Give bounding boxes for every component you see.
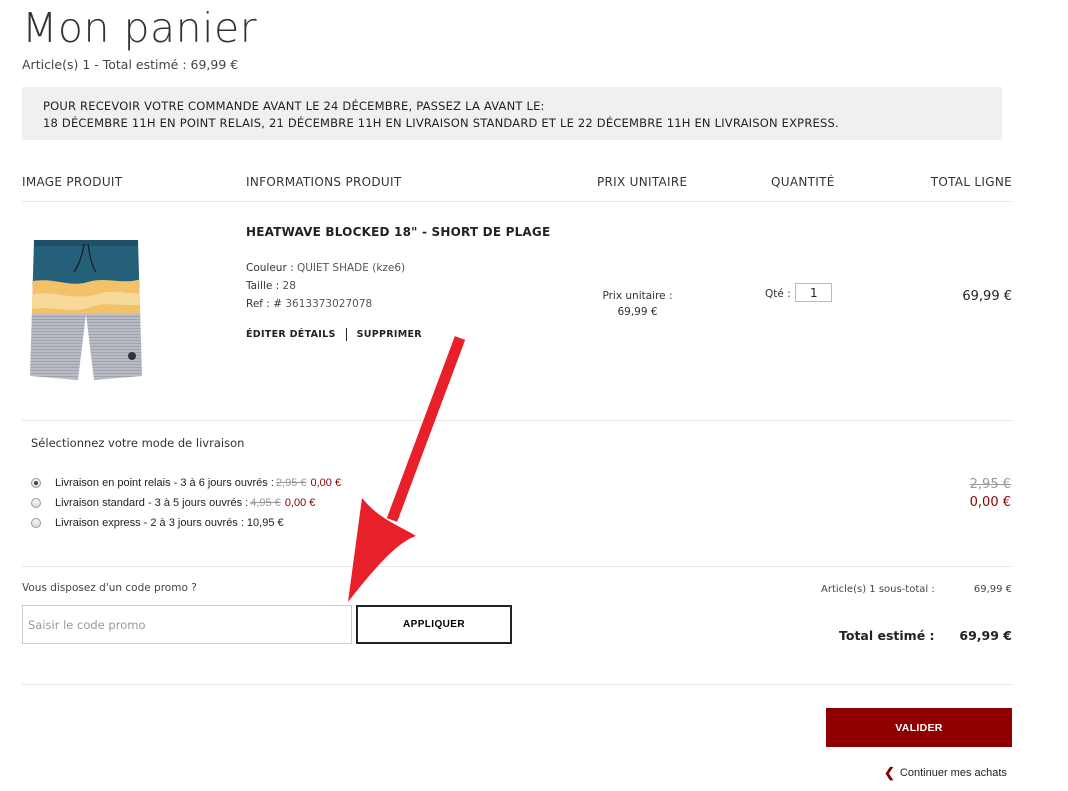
product-image[interactable] xyxy=(28,238,144,382)
header-line-total: TOTAL LIGNE xyxy=(930,175,1012,189)
quantity-input[interactable] xyxy=(795,283,832,302)
quantity-label: Qté : xyxy=(765,288,791,300)
annotation-arrow-icon xyxy=(348,336,466,602)
delivery-notice-banner: POUR RECEVOIR VOTRE COMMANDE AVANT LE 24… xyxy=(22,87,1002,140)
subtotal-value: 69,99 € xyxy=(973,584,1012,595)
header-info: INFORMATIONS PRODUIT xyxy=(246,175,402,189)
shipping-option-standard[interactable]: Livraison standard - 3 à 5 jours ouvrés … xyxy=(31,497,315,509)
size-value: 28 xyxy=(282,280,296,292)
promo-code-input[interactable] xyxy=(22,605,352,644)
continue-shopping-link[interactable]: ❮ Continuer mes achats xyxy=(884,765,1007,781)
color-label: Couleur : xyxy=(246,262,294,274)
radio-button[interactable] xyxy=(31,518,41,528)
line-total-value: 69,99 € xyxy=(962,289,1012,304)
product-size: Taille : 28 xyxy=(246,280,296,292)
divider xyxy=(22,420,1012,421)
divider xyxy=(22,566,1012,567)
unit-price-label: Prix unitaire : xyxy=(602,290,673,302)
notice-line-1: POUR RECEVOIR VOTRE COMMANDE AVANT LE 24… xyxy=(43,99,545,113)
unit-price-value: 69,99 € xyxy=(617,306,658,318)
product-color: Couleur : QUIET SHADE (kze6) xyxy=(246,262,405,274)
divider xyxy=(22,201,1012,202)
ref-value: 3613373027078 xyxy=(285,298,373,310)
shipping-option-old-price: 4,95 € xyxy=(250,497,281,509)
page-title: Mon panier xyxy=(22,4,258,52)
subtotal-label: Article(s) 1 sous-total : xyxy=(821,584,935,595)
header-image: IMAGE PRODUIT xyxy=(22,175,123,189)
divider xyxy=(22,684,1012,685)
cart-summary: Article(s) 1 - Total estimé : 69,99 € xyxy=(22,57,239,72)
product-name[interactable]: HEATWAVE BLOCKED 18" - SHORT DE PLAGE xyxy=(246,225,550,239)
shipping-total: 0,00 € xyxy=(969,495,1011,510)
shipping-option-price: 0,00 € xyxy=(284,497,316,509)
notice-line-2: 18 DÉCEMBRE 11H EN POINT RELAIS, 21 DÉCE… xyxy=(43,116,839,130)
color-value: QUIET SHADE (kze6) xyxy=(296,262,406,274)
shipping-option-old-price: 2,95 € xyxy=(275,477,307,489)
total-value: 69,99 € xyxy=(959,628,1012,643)
chevron-left-icon: ❮ xyxy=(884,765,895,780)
shipping-title: Sélectionnez votre mode de livraison xyxy=(31,436,245,450)
size-label: Taille : xyxy=(246,280,280,292)
ref-label: Ref : # xyxy=(246,298,282,310)
total-label: Total estimé : xyxy=(839,628,935,643)
shipping-option-express[interactable]: Livraison express - 2 à 3 jours ouvrés :… xyxy=(31,517,284,529)
apply-promo-button[interactable]: APPLIQUER xyxy=(356,605,512,644)
validate-button[interactable]: VALIDER xyxy=(826,708,1012,747)
header-quantity: QUANTITÉ xyxy=(771,175,835,189)
shipping-option-label: Livraison express - 2 à 3 jours ouvrés : xyxy=(55,517,244,529)
shipping-option-price: 10,95 € xyxy=(246,517,284,529)
header-unit-price: PRIX UNITAIRE xyxy=(597,175,688,189)
promo-question: Vous disposez d'un code promo ? xyxy=(22,582,197,594)
product-ref: Ref : # 3613373027078 xyxy=(246,298,372,310)
shipping-old-total: 2,95 € xyxy=(969,477,1011,492)
shipping-option-label: Livraison en point relais - 3 à 6 jours … xyxy=(55,477,274,489)
continue-shopping-label: Continuer mes achats xyxy=(899,767,1007,779)
shipping-option-relay[interactable]: Livraison en point relais - 3 à 6 jours … xyxy=(31,477,341,489)
radio-button[interactable] xyxy=(31,498,41,508)
shipping-option-label: Livraison standard - 3 à 5 jours ouvrés … xyxy=(55,497,249,509)
radio-button[interactable] xyxy=(31,478,41,488)
edit-details-link[interactable]: ÉDITER DÉTAILS xyxy=(246,329,336,340)
shipping-option-price: 0,00 € xyxy=(310,477,342,489)
